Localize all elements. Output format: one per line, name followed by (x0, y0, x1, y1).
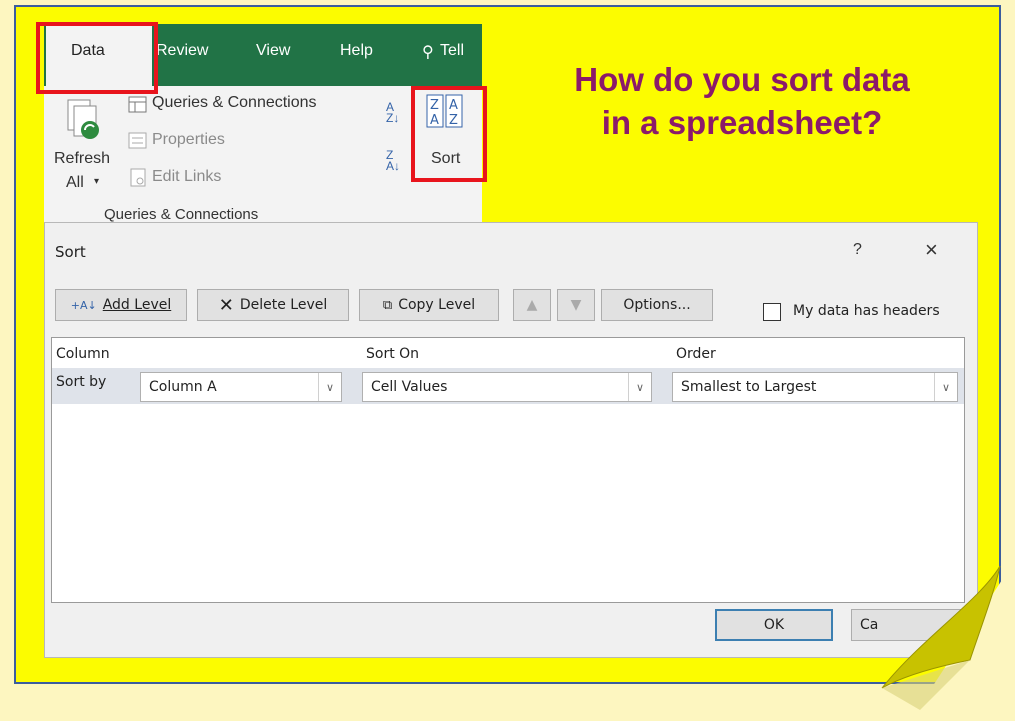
order-select[interactable]: Smallest to Largest ∨ (672, 372, 958, 402)
copy-level-button[interactable]: ⧉ Copy Level (359, 289, 499, 321)
chevron-down-icon[interactable]: ▾ (94, 176, 99, 187)
refresh-label[interactable]: Refresh (54, 150, 110, 168)
tab-tell[interactable]: Tell (440, 42, 464, 60)
sort-on-select-value: Cell Values (371, 379, 448, 395)
table-icon (128, 96, 147, 113)
options-button[interactable]: Options... (601, 289, 713, 321)
sort-button-highlight (411, 86, 487, 182)
delete-x-icon: ✕ (218, 294, 234, 316)
chevron-down-icon[interactable]: ∨ (318, 373, 341, 401)
edit-links-button[interactable]: Edit Links (152, 168, 221, 186)
help-icon[interactable]: ? (853, 241, 862, 259)
dialog-title: Sort (55, 243, 86, 261)
move-down-button[interactable]: ▼ (557, 289, 595, 321)
queries-connections-button[interactable]: Queries & Connections (152, 94, 317, 112)
sort-on-header: Sort On (366, 346, 420, 362)
sort-levels-grid: Column Sort On Order Sort by Column A ∨ … (51, 337, 965, 603)
order-select-value: Smallest to Largest (681, 379, 817, 395)
move-up-button[interactable]: ▲ (513, 289, 551, 321)
arrow-up-icon: ▲ (526, 297, 538, 313)
group-label-queries: Queries & Connections (104, 206, 259, 223)
data-tab-highlight (36, 22, 158, 94)
delete-level-button[interactable]: ✕ Delete Level (197, 289, 349, 321)
slide-heading: How do you sort data in a spreadsheet? (512, 58, 972, 144)
tab-help[interactable]: Help (340, 42, 373, 60)
refresh-all-icon[interactable] (66, 98, 104, 146)
copy-level-label: Copy Level (398, 297, 476, 313)
copy-icon: ⧉ (382, 297, 393, 313)
sort-dialog: Sort ? × +A↓ Add Level ✕ Delete Level ⧉ … (44, 222, 978, 658)
column-header: Column (56, 346, 110, 362)
sort-by-label: Sort by (56, 374, 107, 390)
ok-button[interactable]: OK (715, 609, 833, 641)
delete-level-label: Delete Level (239, 297, 328, 313)
sort-a-to-z-icon[interactable]: A Z↓ (386, 101, 399, 124)
tell-me-icon[interactable]: ⚲ (422, 42, 434, 62)
page-curl-decoration (881, 560, 1015, 721)
refresh-all-label[interactable]: All (66, 174, 84, 192)
properties-icon (128, 132, 147, 149)
column-select-value: Column A (149, 379, 217, 395)
order-header: Order (676, 346, 716, 362)
sort-on-select[interactable]: Cell Values ∨ (362, 372, 652, 402)
tab-view[interactable]: View (256, 42, 290, 60)
heading-line-1: How do you sort data (574, 61, 910, 98)
edit-links-icon (130, 168, 146, 187)
add-level-label: Add Level (102, 297, 172, 313)
my-data-has-headers-label[interactable]: My data has headers (793, 303, 940, 319)
add-level-icon: +A↓ (70, 298, 97, 312)
arrow-down-icon: ▼ (570, 297, 582, 313)
my-data-has-headers-checkbox[interactable] (763, 303, 781, 321)
properties-button[interactable]: Properties (152, 131, 225, 149)
sort-z-to-a-icon[interactable]: Z A↓ (386, 149, 400, 172)
chevron-down-icon[interactable]: ∨ (628, 373, 651, 401)
chevron-down-icon[interactable]: ∨ (934, 373, 957, 401)
heading-line-2: in a spreadsheet? (601, 104, 883, 141)
options-label: Options... (623, 297, 691, 313)
close-icon[interactable]: × (925, 237, 938, 263)
add-level-button[interactable]: +A↓ Add Level (55, 289, 187, 321)
tab-review[interactable]: Review (156, 42, 208, 60)
column-select[interactable]: Column A ∨ (140, 372, 342, 402)
